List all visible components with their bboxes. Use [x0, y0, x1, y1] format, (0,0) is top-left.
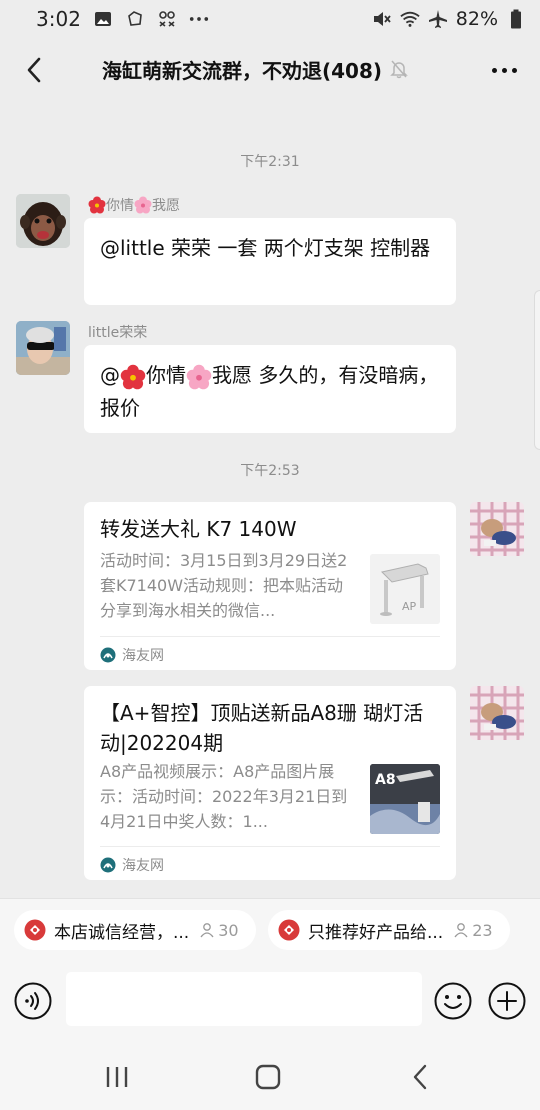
avatar-self[interactable]: [470, 502, 524, 556]
people-icon: [454, 923, 468, 938]
voice-button[interactable]: [14, 982, 52, 1020]
thumb-label: A8: [375, 772, 396, 788]
topic-chips-bar: 本店诚信经营，... 30 只推荐好产品给... 23: [0, 898, 540, 960]
status-time: 3:02: [36, 7, 81, 31]
system-back-button[interactable]: [398, 1060, 442, 1094]
back-chevron-icon: [413, 1064, 427, 1090]
battery-percent: 82%: [455, 8, 498, 30]
card-source: 海友网: [100, 855, 164, 875]
mute-notifications-icon: [390, 60, 408, 79]
cherry-blossom-icon: [134, 196, 152, 214]
topic-chip-label: 只推荐好产品给...: [308, 922, 444, 943]
sender-name: little荣荣: [88, 325, 148, 341]
card-source: 海友网: [100, 645, 164, 665]
plus-icon: [488, 982, 526, 1020]
chat-title-bar: 海缸萌新交流群，不劝退(408): [0, 38, 540, 100]
message-timestamp: 下午2:31: [240, 154, 300, 170]
hibiscus-icon: [120, 364, 146, 389]
scroll-edge-handle[interactable]: [534, 290, 540, 450]
avatar[interactable]: [16, 194, 70, 248]
hibiscus-icon: [88, 196, 106, 214]
voice-icon: [14, 982, 52, 1020]
card-title: 转发送大礼 K7 140W: [100, 517, 297, 541]
avatar-self[interactable]: [470, 686, 524, 740]
people-icon: [200, 923, 214, 938]
status-bar: 3:02 82%: [0, 0, 540, 38]
source-logo-icon: [100, 857, 116, 873]
cherry-blossom-icon: [186, 364, 212, 389]
message-bubble[interactable]: @little 荣荣 一套 两个灯支架 控制器: [84, 218, 456, 305]
card-divider: [100, 636, 440, 637]
card-description: A8产品视频展示：A8产品图片展示：活动时间：2022年3月21日到4月21日中…: [100, 762, 348, 831]
weixin-notify-icon: [157, 9, 177, 29]
emoji-icon: [434, 982, 472, 1020]
chat-area[interactable]: 下午2:31 你情 我愿 @little 荣荣 一套 两个灯支架 控制器 lit…: [0, 100, 540, 898]
topic-chip-count: 23: [453, 921, 493, 940]
message-bubble[interactable]: @ 你情 我愿 多久的，有没暗病，报价: [84, 345, 456, 433]
card-description: 活动时间：3月15日到3月29日送2套K7140W活动规则：把本贴活动分享到海水…: [100, 551, 348, 620]
message-text: @little 荣荣 一套 两个灯支架 控制器: [100, 236, 431, 260]
message-input[interactable]: [66, 972, 422, 1026]
recent-apps-button[interactable]: [95, 1060, 139, 1094]
back-arrow-icon: [27, 57, 41, 83]
system-navigation-bar: [0, 1044, 540, 1110]
chat-title: 海缸萌新交流群，不劝退(408): [60, 38, 450, 100]
sender-name: 你情 我愿: [88, 195, 180, 215]
gallery-icon: [93, 9, 113, 29]
emoji-button[interactable]: [434, 982, 472, 1020]
notification-icon: [125, 9, 145, 29]
message-timestamp: 下午2:53: [240, 463, 300, 479]
topic-chip[interactable]: 本店诚信经营，... 30: [14, 910, 256, 950]
link-card[interactable]: 转发送大礼 K7 140W 活动时间：3月15日到3月29日送2套K7140W活…: [84, 502, 456, 670]
card-thumbnail: AP: [370, 554, 440, 624]
thumb-label: AP: [402, 600, 417, 613]
card-thumbnail: A8: [370, 764, 440, 834]
home-icon: [255, 1064, 281, 1090]
home-button[interactable]: [246, 1060, 290, 1094]
back-button[interactable]: [14, 50, 54, 90]
topic-chip[interactable]: 只推荐好产品给... 23: [268, 910, 510, 950]
group-name: 海缸萌新交流群，不劝退(408): [101, 58, 383, 83]
more-options-button[interactable]: [482, 52, 526, 88]
wifi-icon: [400, 9, 420, 29]
topic-icon: [278, 919, 300, 941]
source-logo-icon: [100, 647, 116, 663]
recent-apps-icon: [106, 1067, 128, 1087]
topic-chip-count: 30: [199, 921, 239, 940]
mute-icon: [372, 9, 392, 29]
card-divider: [100, 846, 440, 847]
avatar[interactable]: [16, 321, 70, 375]
topic-icon: [24, 919, 46, 941]
airplane-mode-icon: [428, 9, 448, 29]
more-notifications-icon: [189, 9, 209, 29]
more-functions-button[interactable]: [488, 982, 526, 1020]
battery-icon: [506, 9, 526, 29]
message-input-bar: [0, 960, 540, 1044]
card-title: 【A+智控】顶贴送新品A8珊 瑚灯活动|202204期: [100, 701, 424, 755]
topic-chip-label: 本店诚信经营，...: [54, 922, 190, 943]
link-card[interactable]: 【A+智控】顶贴送新品A8珊 瑚灯活动|202204期 A8产品视频展示：A8产…: [84, 686, 456, 880]
